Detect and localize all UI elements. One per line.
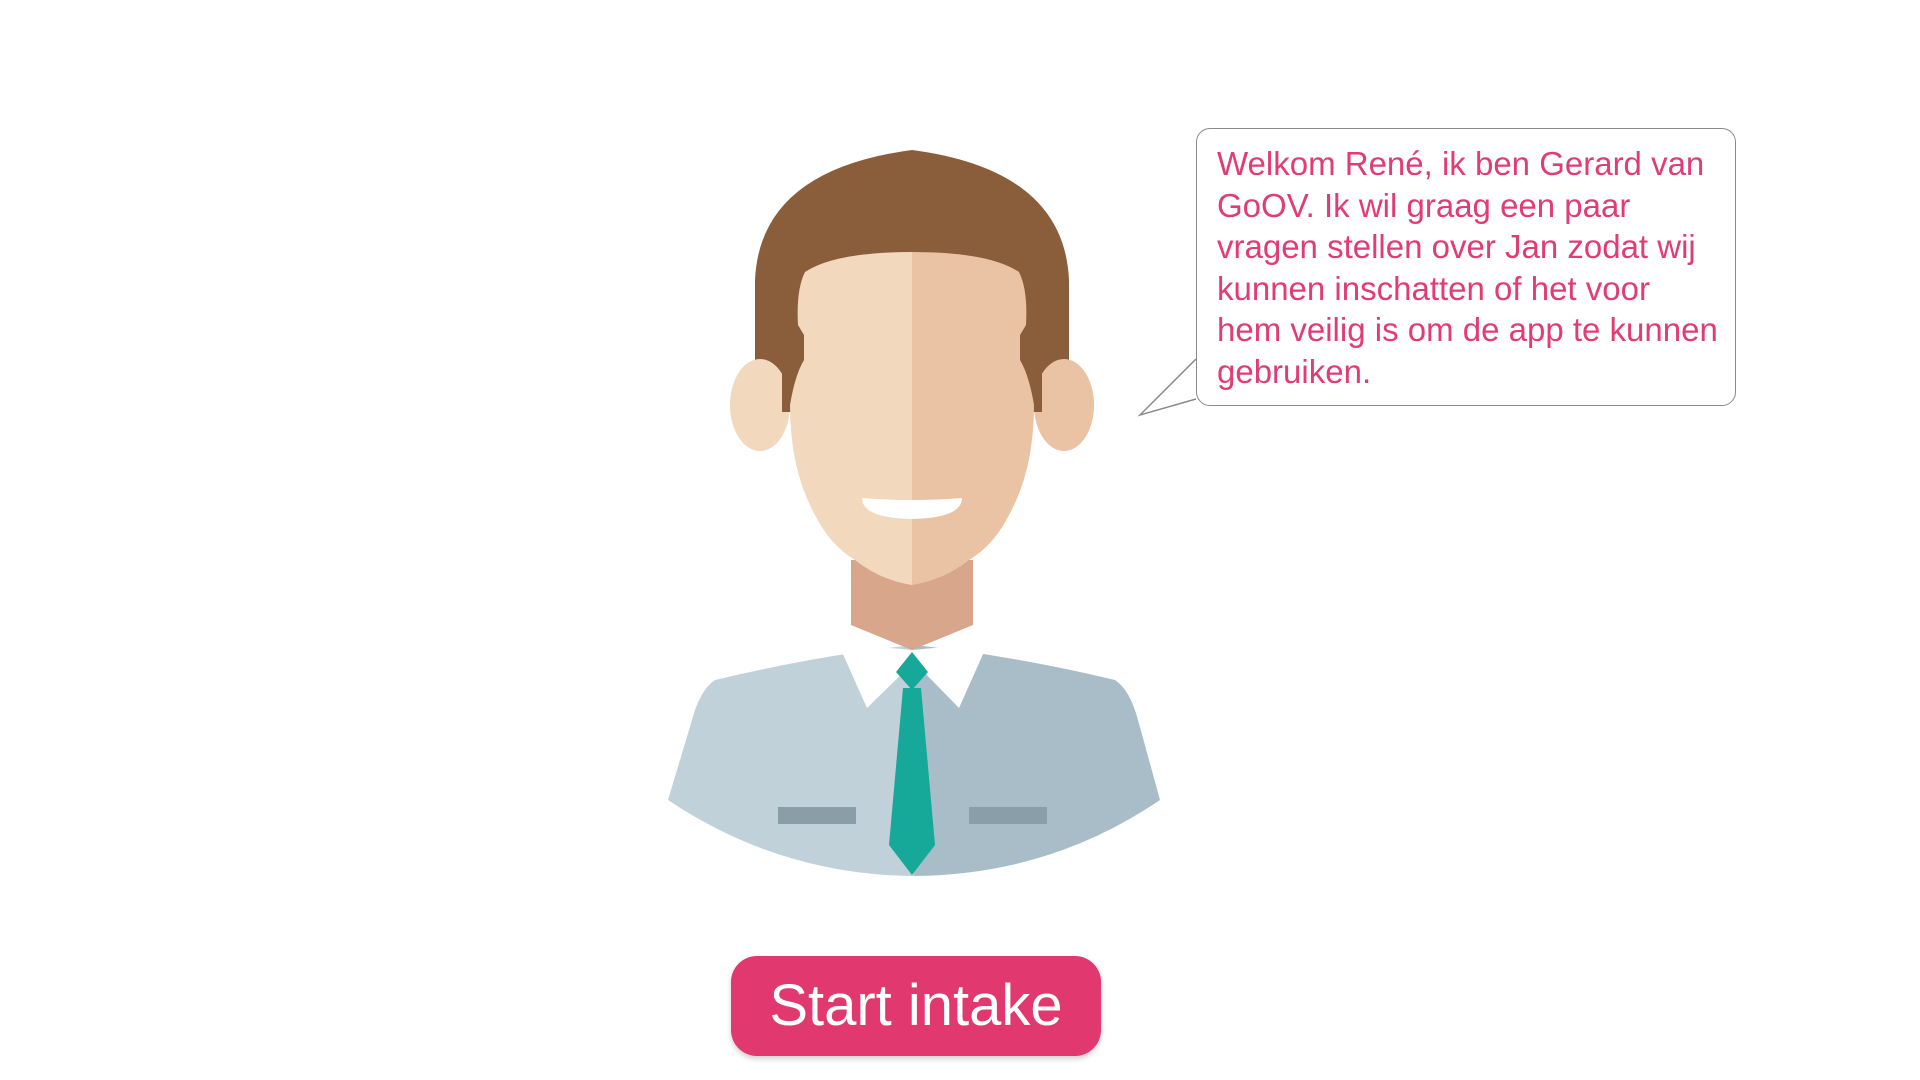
person-avatar-icon <box>668 150 1160 876</box>
ear-right <box>1034 359 1094 451</box>
face-right <box>912 252 1034 585</box>
face-left <box>790 252 912 585</box>
speech-bubble: Welkom René, ik ben Gerard van GoOV. Ik … <box>1196 128 1736 406</box>
start-intake-button[interactable]: Start intake <box>731 956 1101 1056</box>
pocket-left <box>778 807 856 824</box>
pocket-right <box>969 807 1047 824</box>
intake-screen: Welkom René, ik ben Gerard van GoOV. Ik … <box>0 0 1920 1080</box>
ear-left <box>730 359 790 451</box>
welcome-message: Welkom René, ik ben Gerard van GoOV. Ik … <box>1217 145 1718 390</box>
